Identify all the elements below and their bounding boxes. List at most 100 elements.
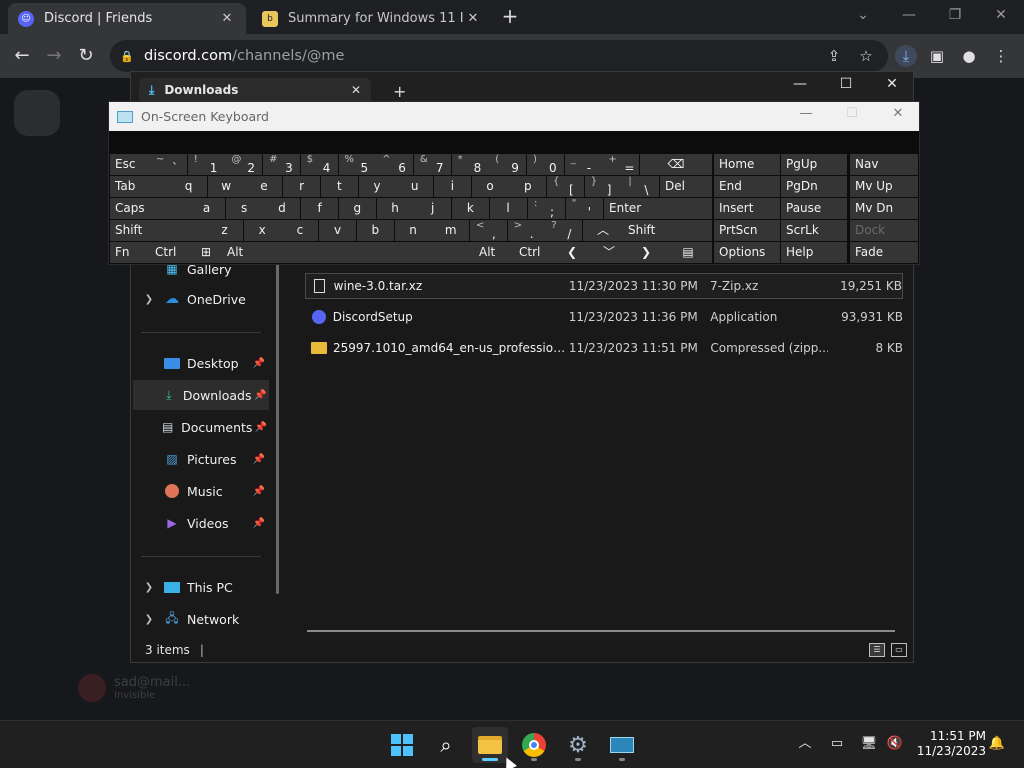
details-view-icon[interactable]: ☰ [869,643,885,657]
nav-item-this-pc[interactable]: ❯ This PC [133,572,269,602]
file-row[interactable]: DiscordSetup 11/23/2023 11:36 PM Applica… [305,304,903,330]
key-y[interactable]: y [358,176,396,197]
key-pgup[interactable]: PgUp [781,154,847,175]
key-row1[interactable]: ~ ` [150,154,187,175]
chevron-right-icon[interactable]: ❯ [141,614,157,625]
download-icon[interactable]: ⤓ [895,45,917,67]
key-o[interactable]: o [471,176,509,197]
key-row1[interactable]: #3 [263,154,301,175]
chevron-right-icon[interactable]: ❯ [141,582,157,593]
profile-icon[interactable]: ● [958,45,980,67]
key-row1[interactable]: % 5 [338,154,376,175]
nav-item-network[interactable]: ❯ 🖧 Network [133,604,269,634]
start-button[interactable] [384,727,420,763]
key-h[interactable]: h [376,198,414,219]
osk-minimize-button[interactable]: — [791,106,821,126]
key-j[interactable]: j [414,198,452,219]
tab-search-icon[interactable]: ⌄ [840,0,886,34]
key-d[interactable]: d [263,198,301,219]
key-caps[interactable]: Caps [110,198,188,219]
key-arrow-left[interactable]: ❮ [554,242,590,263]
file-row[interactable]: wine-3.0.tar.xz 11/23/2023 11:30 PM 7-Zi… [305,273,903,299]
tab-close-icon[interactable]: ✕ [218,11,236,26]
key-row1[interactable]: @2 [225,154,263,175]
key-del[interactable]: Del [660,176,712,197]
key-row2-symbol[interactable]: | \ [622,176,660,197]
key-alt-right[interactable]: Alt [474,242,514,263]
key-k[interactable]: k [451,198,489,219]
key-c[interactable]: c [281,220,319,241]
key-nav[interactable]: Nav [850,154,918,175]
key-m[interactable]: m [432,220,470,241]
restore-button[interactable]: ❐ [932,0,978,34]
key-t[interactable]: t [320,176,358,197]
nav-item-downloads[interactable]: ⤓ Downloads 📌 [133,380,269,410]
reload-button[interactable]: ↻ [73,43,99,69]
forward-button[interactable]: → [41,43,67,69]
key-row1[interactable]: $4 [300,154,338,175]
key-w[interactable]: w [207,176,245,197]
search-button[interactable]: ⌕ [428,727,464,763]
share-icon[interactable]: ⇪ [823,45,845,67]
key-arrow-right[interactable]: ❯ [628,242,664,263]
minimize-button[interactable]: — [886,0,932,34]
key-x[interactable]: x [243,220,281,241]
key-row1[interactable]: ! 1 [187,154,225,175]
clock[interactable]: 11:51 PM 11/23/2023 [910,729,986,759]
explorer-tab-downloads[interactable]: ⤓ Downloads ✕ [139,78,371,102]
key-n[interactable]: n [394,220,432,241]
key-options[interactable]: Options [714,242,780,263]
key-l[interactable]: l [489,198,527,219]
key-esc[interactable]: Esc [110,154,150,175]
chrome-app[interactable] [516,727,552,763]
settings-app[interactable]: ⚙ [560,727,596,763]
back-button[interactable]: ← [9,43,35,69]
key-row1[interactable]: * 8 [451,154,489,175]
key-s[interactable]: s [225,198,263,219]
key-z[interactable]: z [206,220,243,241]
key-scrlk[interactable]: ScrLk [781,220,847,241]
key-mvup[interactable]: Mv Up [850,176,918,197]
key-alt-left[interactable]: Alt [222,242,262,263]
nav-item-onedrive[interactable]: ❯ ☁ OneDrive [133,284,269,314]
key-ctrl-right[interactable]: Ctrl [514,242,554,263]
discord-home-icon[interactable] [14,90,60,136]
key-home[interactable]: Home [714,154,780,175]
battery-icon[interactable]: ▭ [826,733,848,755]
key-tab[interactable]: Tab [110,176,170,197]
explorer-new-tab-button[interactable]: + [393,82,406,101]
osk-maximize-button[interactable]: ☐ [837,106,867,126]
key-backspace[interactable]: ⌫ [640,154,712,175]
network-tray-icon[interactable]: 🖥 [858,733,880,755]
key-row4-symbol[interactable]: <, [470,220,507,241]
key-arrow-up[interactable]: ︿ [583,220,623,241]
key-pause[interactable]: Pause [781,198,847,219]
new-tab-button[interactable]: + [498,5,522,29]
key-help[interactable]: Help [781,242,847,263]
key-row1[interactable]: _ - [564,154,602,175]
nav-item-desktop[interactable]: Desktop 📌 [133,348,269,378]
key-row1[interactable]: ^ 6 [376,154,414,175]
tab-close-icon[interactable]: ✕ [464,11,482,26]
key-mvdn[interactable]: Mv Dn [850,198,918,219]
key-fn[interactable]: Fn [110,242,150,263]
key-v[interactable]: v [319,220,357,241]
key-row1[interactable]: ) 0 [527,154,564,175]
osk-close-button[interactable]: ✕ [883,106,913,126]
key-b[interactable]: b [356,220,394,241]
key-fade[interactable]: Fade [850,242,918,263]
key-windows[interactable]: ⊞ [190,242,222,263]
key-f[interactable]: f [301,198,339,219]
key-arrow-down[interactable]: ﹀ [590,242,628,263]
key-row3-symbol[interactable]: :; [528,198,565,219]
bookmark-star-icon[interactable]: ☆ [855,45,877,67]
key-row3-symbol[interactable]: " ' [565,198,603,219]
menu-icon[interactable]: ⋮ [990,45,1012,67]
key-dock[interactable]: Dock [850,220,918,241]
close-icon[interactable]: ✕ [351,83,361,97]
key-e[interactable]: e [245,176,283,197]
key-p[interactable]: p [509,176,547,197]
nav-item-pictures[interactable]: ▨ Pictures 📌 [133,444,269,474]
tab-discord[interactable]: ☺ Discord | Friends ✕ [8,3,246,34]
side-panel-icon[interactable]: ▣ [926,45,948,67]
